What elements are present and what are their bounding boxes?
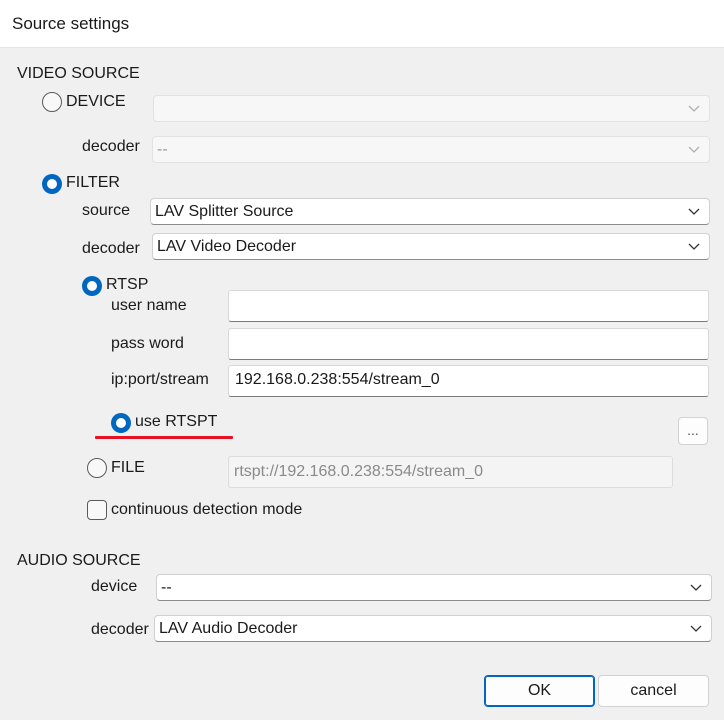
browse-button[interactable]: ... bbox=[678, 417, 708, 445]
audio-decoder-value: LAV Audio Decoder bbox=[159, 620, 298, 637]
audio-decoder-combo[interactable]: LAV Audio Decoder bbox=[154, 615, 712, 642]
ip-port-stream-value: 192.168.0.238:554/stream_0 bbox=[235, 371, 440, 388]
audio-decoder-label: decoder bbox=[91, 621, 149, 638]
chevron-down-icon bbox=[688, 105, 700, 112]
filter-radio[interactable] bbox=[42, 174, 62, 194]
red-highlight-underline bbox=[95, 436, 233, 439]
ip-port-stream-label: ip:port/stream bbox=[111, 371, 209, 388]
password-input[interactable] bbox=[228, 328, 709, 360]
rtsp-label: RTSP bbox=[106, 276, 149, 293]
device-decoder-combo[interactable]: -- bbox=[152, 136, 710, 163]
cancel-button[interactable]: cancel bbox=[598, 675, 709, 707]
ip-port-stream-input[interactable]: 192.168.0.238:554/stream_0 bbox=[228, 365, 709, 397]
filter-decoder-combo[interactable]: LAV Video Decoder bbox=[152, 233, 710, 260]
chevron-down-icon bbox=[688, 146, 700, 153]
audio-device-value: -- bbox=[161, 579, 172, 596]
device-decoder-label: decoder bbox=[82, 138, 140, 155]
use-rtspt-radio[interactable] bbox=[111, 413, 131, 433]
source-combo[interactable]: LAV Splitter Source bbox=[150, 198, 710, 225]
rtsp-radio[interactable] bbox=[82, 276, 102, 296]
use-rtspt-label: use RTSPT bbox=[135, 413, 218, 430]
file-path-input[interactable]: rtspt://192.168.0.238:554/stream_0 bbox=[228, 456, 673, 488]
audio-device-label: device bbox=[91, 578, 138, 595]
video-source-heading: VIDEO SOURCE bbox=[17, 65, 140, 82]
chevron-down-icon bbox=[690, 584, 702, 591]
password-label: pass word bbox=[111, 335, 184, 352]
continuous-detection-label: continuous detection mode bbox=[111, 501, 303, 518]
chevron-down-icon bbox=[688, 243, 700, 250]
user-name-label: user name bbox=[111, 297, 187, 314]
filter-label: FILTER bbox=[66, 174, 120, 191]
file-radio[interactable] bbox=[87, 458, 107, 478]
ok-button[interactable]: OK bbox=[484, 675, 595, 707]
filter-decoder-value: LAV Video Decoder bbox=[157, 238, 297, 255]
device-label: DEVICE bbox=[66, 93, 126, 110]
file-path-value: rtspt://192.168.0.238:554/stream_0 bbox=[234, 463, 484, 480]
chevron-down-icon bbox=[690, 625, 702, 632]
title-bar: Source settings bbox=[0, 0, 724, 48]
device-radio[interactable] bbox=[42, 92, 62, 112]
device-combo[interactable] bbox=[153, 95, 710, 122]
window-title: Source settings bbox=[12, 14, 130, 33]
filter-decoder-label: decoder bbox=[82, 240, 140, 257]
chevron-down-icon bbox=[688, 208, 700, 215]
user-name-input[interactable] bbox=[228, 290, 709, 322]
source-value: LAV Splitter Source bbox=[155, 203, 294, 220]
continuous-detection-checkbox[interactable] bbox=[87, 500, 107, 520]
device-decoder-value: -- bbox=[157, 141, 168, 158]
file-label: FILE bbox=[111, 459, 145, 476]
audio-device-combo[interactable]: -- bbox=[156, 574, 712, 601]
audio-source-heading: AUDIO SOURCE bbox=[17, 552, 141, 569]
source-label: source bbox=[82, 202, 131, 219]
